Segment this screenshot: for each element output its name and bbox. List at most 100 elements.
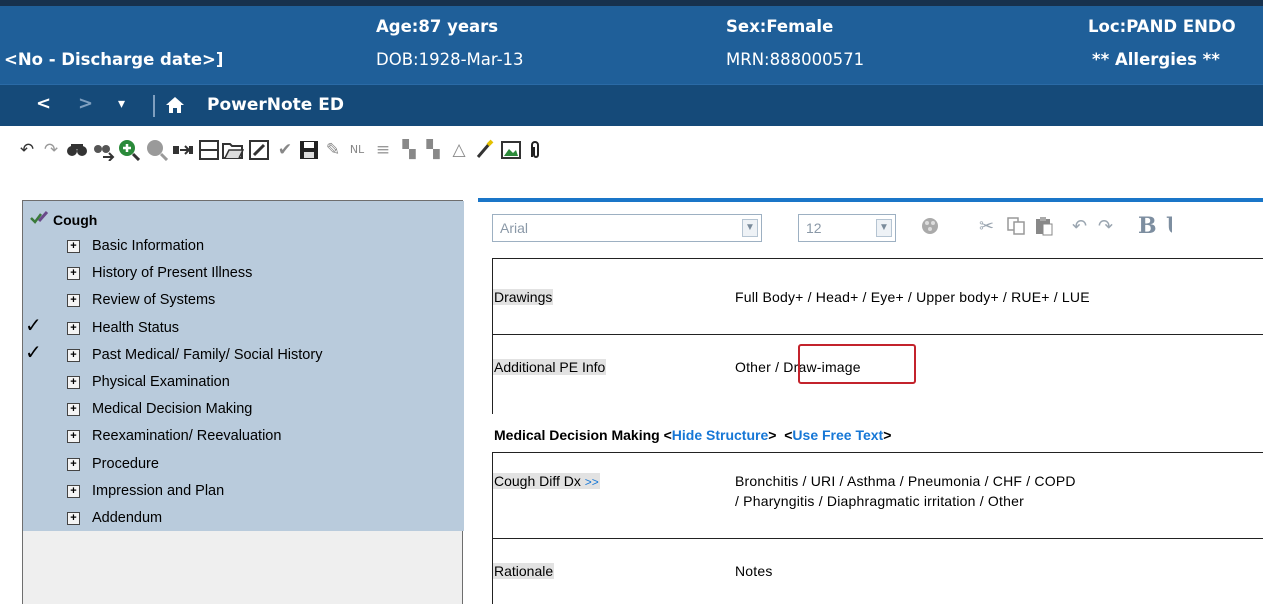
redo-icon[interactable]: ↷ bbox=[40, 139, 62, 161]
attachment-icon[interactable] bbox=[524, 139, 546, 161]
patient-age: Age:87 years bbox=[376, 17, 499, 36]
checkmark-icon: ✓ bbox=[25, 341, 42, 364]
copy-icon[interactable] bbox=[1006, 216, 1026, 241]
outline-item[interactable]: + Physical Examination bbox=[67, 372, 230, 399]
check-icon[interactable]: ✔ bbox=[274, 139, 296, 161]
outline-title-label: Cough bbox=[53, 212, 98, 228]
patient-location: Loc:PAND ENDO bbox=[1088, 17, 1236, 36]
bold-button[interactable]: B bbox=[1138, 213, 1157, 239]
save-icon[interactable] bbox=[298, 139, 320, 161]
expand-plus-icon[interactable]: + bbox=[67, 403, 80, 417]
font-family-select[interactable]: Arial ▼ bbox=[492, 214, 762, 242]
expand-plus-icon[interactable]: + bbox=[67, 376, 80, 389]
format-toolbar: Arial ▼ 12 ▼ ✂ ↶ ↷ B U bbox=[492, 213, 1263, 244]
outline-item[interactable]: + Basic Information bbox=[67, 236, 204, 263]
outline-item[interactable]: + Procedure bbox=[67, 454, 159, 481]
rationale-notes[interactable]: Notes bbox=[735, 563, 773, 579]
outline-item-label: Reexamination/ Reevaluation bbox=[92, 428, 282, 445]
outline-item[interactable]: + Past Medical/ Family/ Social History bbox=[67, 345, 322, 372]
checkmark-pen-icon bbox=[29, 209, 53, 229]
outline-item-label: Addendum bbox=[92, 510, 163, 526]
paste-icon[interactable] bbox=[1034, 216, 1054, 241]
allergies-link[interactable]: ** Allergies ** bbox=[1092, 50, 1220, 69]
mdm-heading: Medical Decision Making <Hide Structure>… bbox=[494, 427, 891, 443]
expand-plus-icon[interactable]: + bbox=[67, 321, 80, 335]
expand-plus-icon[interactable]: + bbox=[67, 484, 80, 498]
cough-diff-dx-options-line1[interactable]: Bronchitis / URI / Asthma / Pneumonia / … bbox=[735, 473, 1076, 489]
font-size-value: 12 bbox=[806, 220, 822, 236]
undo-icon[interactable]: ↶ bbox=[16, 139, 38, 161]
zoom-out-icon[interactable] bbox=[146, 139, 169, 162]
expand-arrow[interactable]: >> bbox=[585, 475, 599, 489]
nav-menu-chevron-icon[interactable]: ▾ bbox=[118, 96, 125, 112]
highlighter-icon[interactable] bbox=[474, 139, 496, 161]
drawings-row: Drawings Full Body+ / Head+ / Eye+ / Upp… bbox=[492, 258, 1263, 334]
home-icon[interactable] bbox=[165, 95, 185, 115]
sign-icon[interactable]: ✎ bbox=[322, 139, 344, 161]
outline-item-label: Review of Systems bbox=[92, 292, 216, 309]
outline-tree: Cough + Basic Information + History of Pres… bbox=[23, 201, 464, 531]
cut-icon[interactable]: ✂ bbox=[979, 216, 994, 237]
paste-format-icon[interactable]: ▚ bbox=[422, 139, 444, 161]
open-folder-icon[interactable] bbox=[222, 139, 245, 161]
page-title: PowerNote ED bbox=[207, 95, 344, 115]
expand-plus-icon[interactable]: + bbox=[67, 240, 80, 253]
patient-sex: Sex:Female bbox=[726, 17, 834, 36]
outline-item-label: Past Medical/ Family/ Social History bbox=[92, 346, 323, 363]
expand-plus-icon[interactable]: + bbox=[67, 512, 80, 525]
triangle-ruler-icon[interactable]: △ bbox=[448, 139, 470, 161]
outline-item[interactable]: + History of Present Illness bbox=[67, 263, 252, 290]
expand-plus-icon[interactable]: + bbox=[67, 457, 80, 471]
navigation-bar: < > ▾ PowerNote ED bbox=[0, 84, 1263, 126]
cough-diff-dx-options-line2[interactable]: / Pharyngitis / Diaphragmatic irritation… bbox=[735, 493, 1024, 509]
outline-item[interactable]: + Medical Decision Making bbox=[67, 399, 252, 426]
back-button[interactable]: < bbox=[36, 93, 51, 114]
highlight-box bbox=[798, 344, 916, 384]
edit-icon[interactable] bbox=[248, 139, 270, 161]
patient-banner: <No - Discharge date>] Age:87 years DOB:… bbox=[0, 0, 1263, 84]
underline-button[interactable]: U bbox=[1166, 213, 1172, 239]
nl-icon[interactable]: NL bbox=[346, 139, 368, 161]
use-free-text-link[interactable]: Use Free Text bbox=[792, 427, 883, 443]
font-size-select[interactable]: 12 ▼ bbox=[798, 214, 896, 242]
nav-separator bbox=[153, 95, 155, 117]
outline-item-label: Health Status bbox=[92, 319, 180, 336]
rationale-row: Rationale Notes bbox=[492, 538, 1263, 604]
other-option[interactable]: Other / bbox=[735, 359, 783, 375]
outline-title[interactable]: Cough bbox=[29, 209, 97, 229]
find-next-icon[interactable] bbox=[93, 139, 115, 162]
toolbar bbox=[0, 126, 1263, 198]
image-icon[interactable] bbox=[500, 139, 522, 161]
expand-plus-icon[interactable]: + bbox=[67, 294, 80, 308]
outline-item-label: Medical Decision Making bbox=[92, 401, 253, 418]
forward-button[interactable]: > bbox=[78, 93, 93, 114]
outline-item[interactable]: + Addendum bbox=[67, 508, 162, 535]
outline-item[interactable]: + Impression and Plan bbox=[67, 481, 224, 508]
outline-item-label: Impression and Plan bbox=[92, 482, 225, 499]
zoom-in-icon[interactable] bbox=[118, 139, 141, 162]
copy-format-icon[interactable]: ▚ bbox=[398, 139, 420, 161]
note-outline-panel: Cough + Basic Information + History of Pres… bbox=[22, 200, 464, 604]
chevron-down-icon: ▼ bbox=[742, 219, 758, 237]
table-icon[interactable] bbox=[198, 139, 220, 161]
drawings-options[interactable]: Full Body+ / Head+ / Eye+ / Upper body+ … bbox=[735, 289, 1090, 305]
outline-item[interactable]: + Reexamination/ Reevaluation bbox=[67, 426, 281, 453]
expand-plus-icon[interactable]: + bbox=[67, 267, 80, 281]
discharge-date: <No - Discharge date>] bbox=[4, 50, 224, 69]
bracket: > bbox=[883, 427, 892, 443]
patient-dob: DOB:1928-Mar-13 bbox=[376, 50, 524, 69]
undo-icon[interactable]: ↶ bbox=[1072, 216, 1087, 237]
find-icon[interactable] bbox=[66, 139, 88, 161]
outline-item[interactable]: + Review of Systems bbox=[67, 290, 215, 317]
insert-icon[interactable] bbox=[172, 139, 194, 161]
hide-structure-link[interactable]: Hide Structure bbox=[672, 427, 768, 443]
color-palette-icon[interactable] bbox=[920, 216, 940, 241]
font-family-value: Arial bbox=[500, 220, 529, 236]
note-editor: Arial ▼ 12 ▼ ✂ ↶ ↷ B U Drawings Full Bod… bbox=[478, 198, 1263, 604]
outline-item[interactable]: + Health Status bbox=[67, 318, 179, 345]
expand-plus-icon[interactable]: + bbox=[67, 430, 80, 444]
redo-icon[interactable]: ↷ bbox=[1098, 216, 1113, 237]
justify-icon[interactable]: ≡ bbox=[372, 139, 394, 161]
bracket: < bbox=[659, 427, 672, 443]
expand-plus-icon[interactable]: + bbox=[67, 348, 80, 362]
